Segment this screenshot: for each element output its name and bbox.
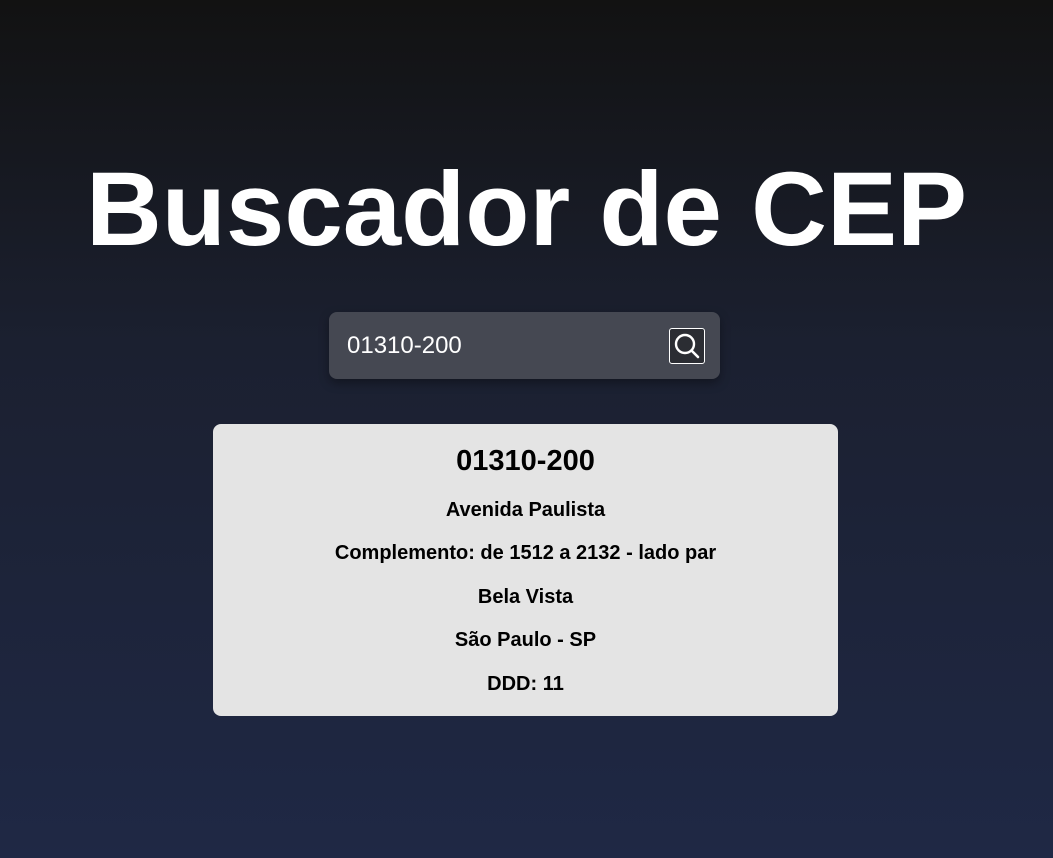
result-cep: 01310-200 <box>456 445 595 477</box>
result-city-state: São Paulo - SP <box>454 629 597 651</box>
result-street: Avenida Paulista <box>445 499 606 521</box>
search-box <box>329 312 720 379</box>
result-card: 01310-200 Avenida Paulista Complemento: … <box>213 424 838 716</box>
cep-search-input[interactable] <box>347 326 667 366</box>
result-neighborhood: Bela Vista <box>477 586 574 608</box>
result-complement: Complemento: de 1512 a 2132 - lado par <box>334 542 717 564</box>
result-ddd: DDD: 11 <box>487 673 564 695</box>
search-icon <box>673 332 701 360</box>
page-title: Buscador de CEP <box>85 151 968 268</box>
search-button[interactable] <box>669 328 705 364</box>
